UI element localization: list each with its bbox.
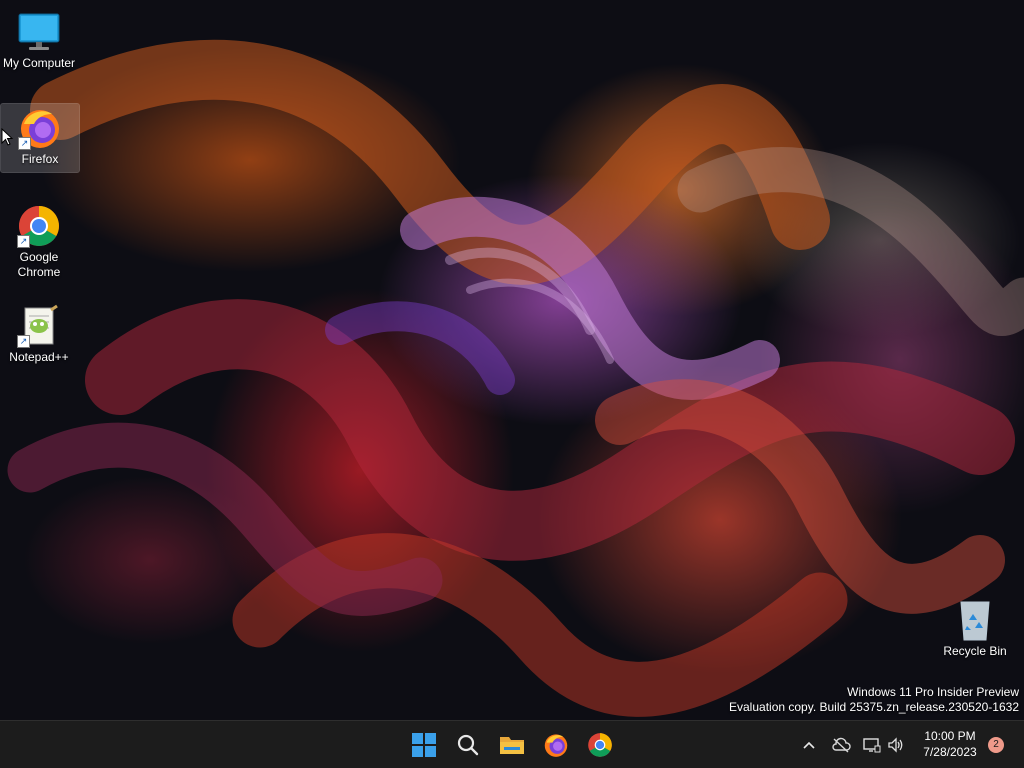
network-icon [863, 738, 881, 753]
start-button[interactable] [404, 725, 444, 765]
show-hidden-icons-button[interactable] [795, 731, 823, 759]
desktop-icon-label: Notepad++ [9, 350, 69, 364]
shortcut-arrow-icon: ↗ [18, 137, 31, 150]
cloud-offline-icon [832, 737, 851, 753]
search-icon [457, 734, 479, 756]
watermark-build: Evaluation copy. Build 25375.zn_release.… [729, 700, 1019, 714]
shortcut-arrow-icon: ↗ [17, 235, 30, 248]
firefox-taskbar-button[interactable] [536, 725, 576, 765]
desktop-icon-label: Recycle Bin [943, 644, 1007, 658]
firefox-icon: ↗ [16, 104, 64, 152]
clock-button[interactable]: 10:00 PM 7/28/2023 [910, 728, 990, 760]
folder-icon [500, 737, 524, 754]
chrome-icon [588, 733, 612, 757]
taskbar: 10:00 PM 7/28/2023 2 [0, 720, 1024, 768]
evaluation-watermark: Windows 11 Pro Insider Preview Evaluatio… [729, 685, 1019, 715]
chrome-icon: ↗ [15, 202, 63, 250]
desktop-icon-notepadpp[interactable]: ↗ Notepad++ [0, 302, 78, 370]
desktop-icon-label: Google Chrome [17, 250, 61, 279]
notification-badge[interactable]: 2 [988, 737, 1004, 753]
windows-logo-icon [412, 733, 436, 757]
desktop-icon-google-chrome[interactable]: ↗ Google Chrome [0, 202, 78, 286]
chevron-up-icon [803, 741, 815, 749]
recycle-bin-icon [951, 596, 999, 644]
notepadpp-icon: ↗ [15, 302, 63, 350]
mouse-cursor-icon [1, 128, 14, 146]
monitor-icon [15, 8, 63, 56]
shortcut-arrow-icon: ↗ [17, 335, 30, 348]
onedrive-status-button[interactable] [827, 731, 855, 759]
speaker-icon [888, 737, 903, 753]
wallpaper [7, 39, 1024, 717]
desktop-icon-my-computer[interactable]: My Computer [0, 8, 78, 78]
desktop-icon-recycle-bin[interactable]: Recycle Bin [936, 596, 1014, 662]
clock-date: 7/28/2023 [923, 745, 977, 759]
chrome-taskbar-button[interactable] [580, 725, 620, 765]
clock-time: 10:00 PM [924, 729, 976, 743]
search-button[interactable] [448, 725, 488, 765]
volume-button[interactable] [882, 731, 910, 759]
watermark-edition: Windows 11 Pro Insider Preview [847, 685, 1019, 699]
desktop-icon-label: My Computer [2, 56, 76, 70]
desktop-icon-label: Firefox [21, 152, 59, 166]
firefox-icon [544, 734, 568, 757]
file-explorer-button[interactable] [492, 725, 532, 765]
